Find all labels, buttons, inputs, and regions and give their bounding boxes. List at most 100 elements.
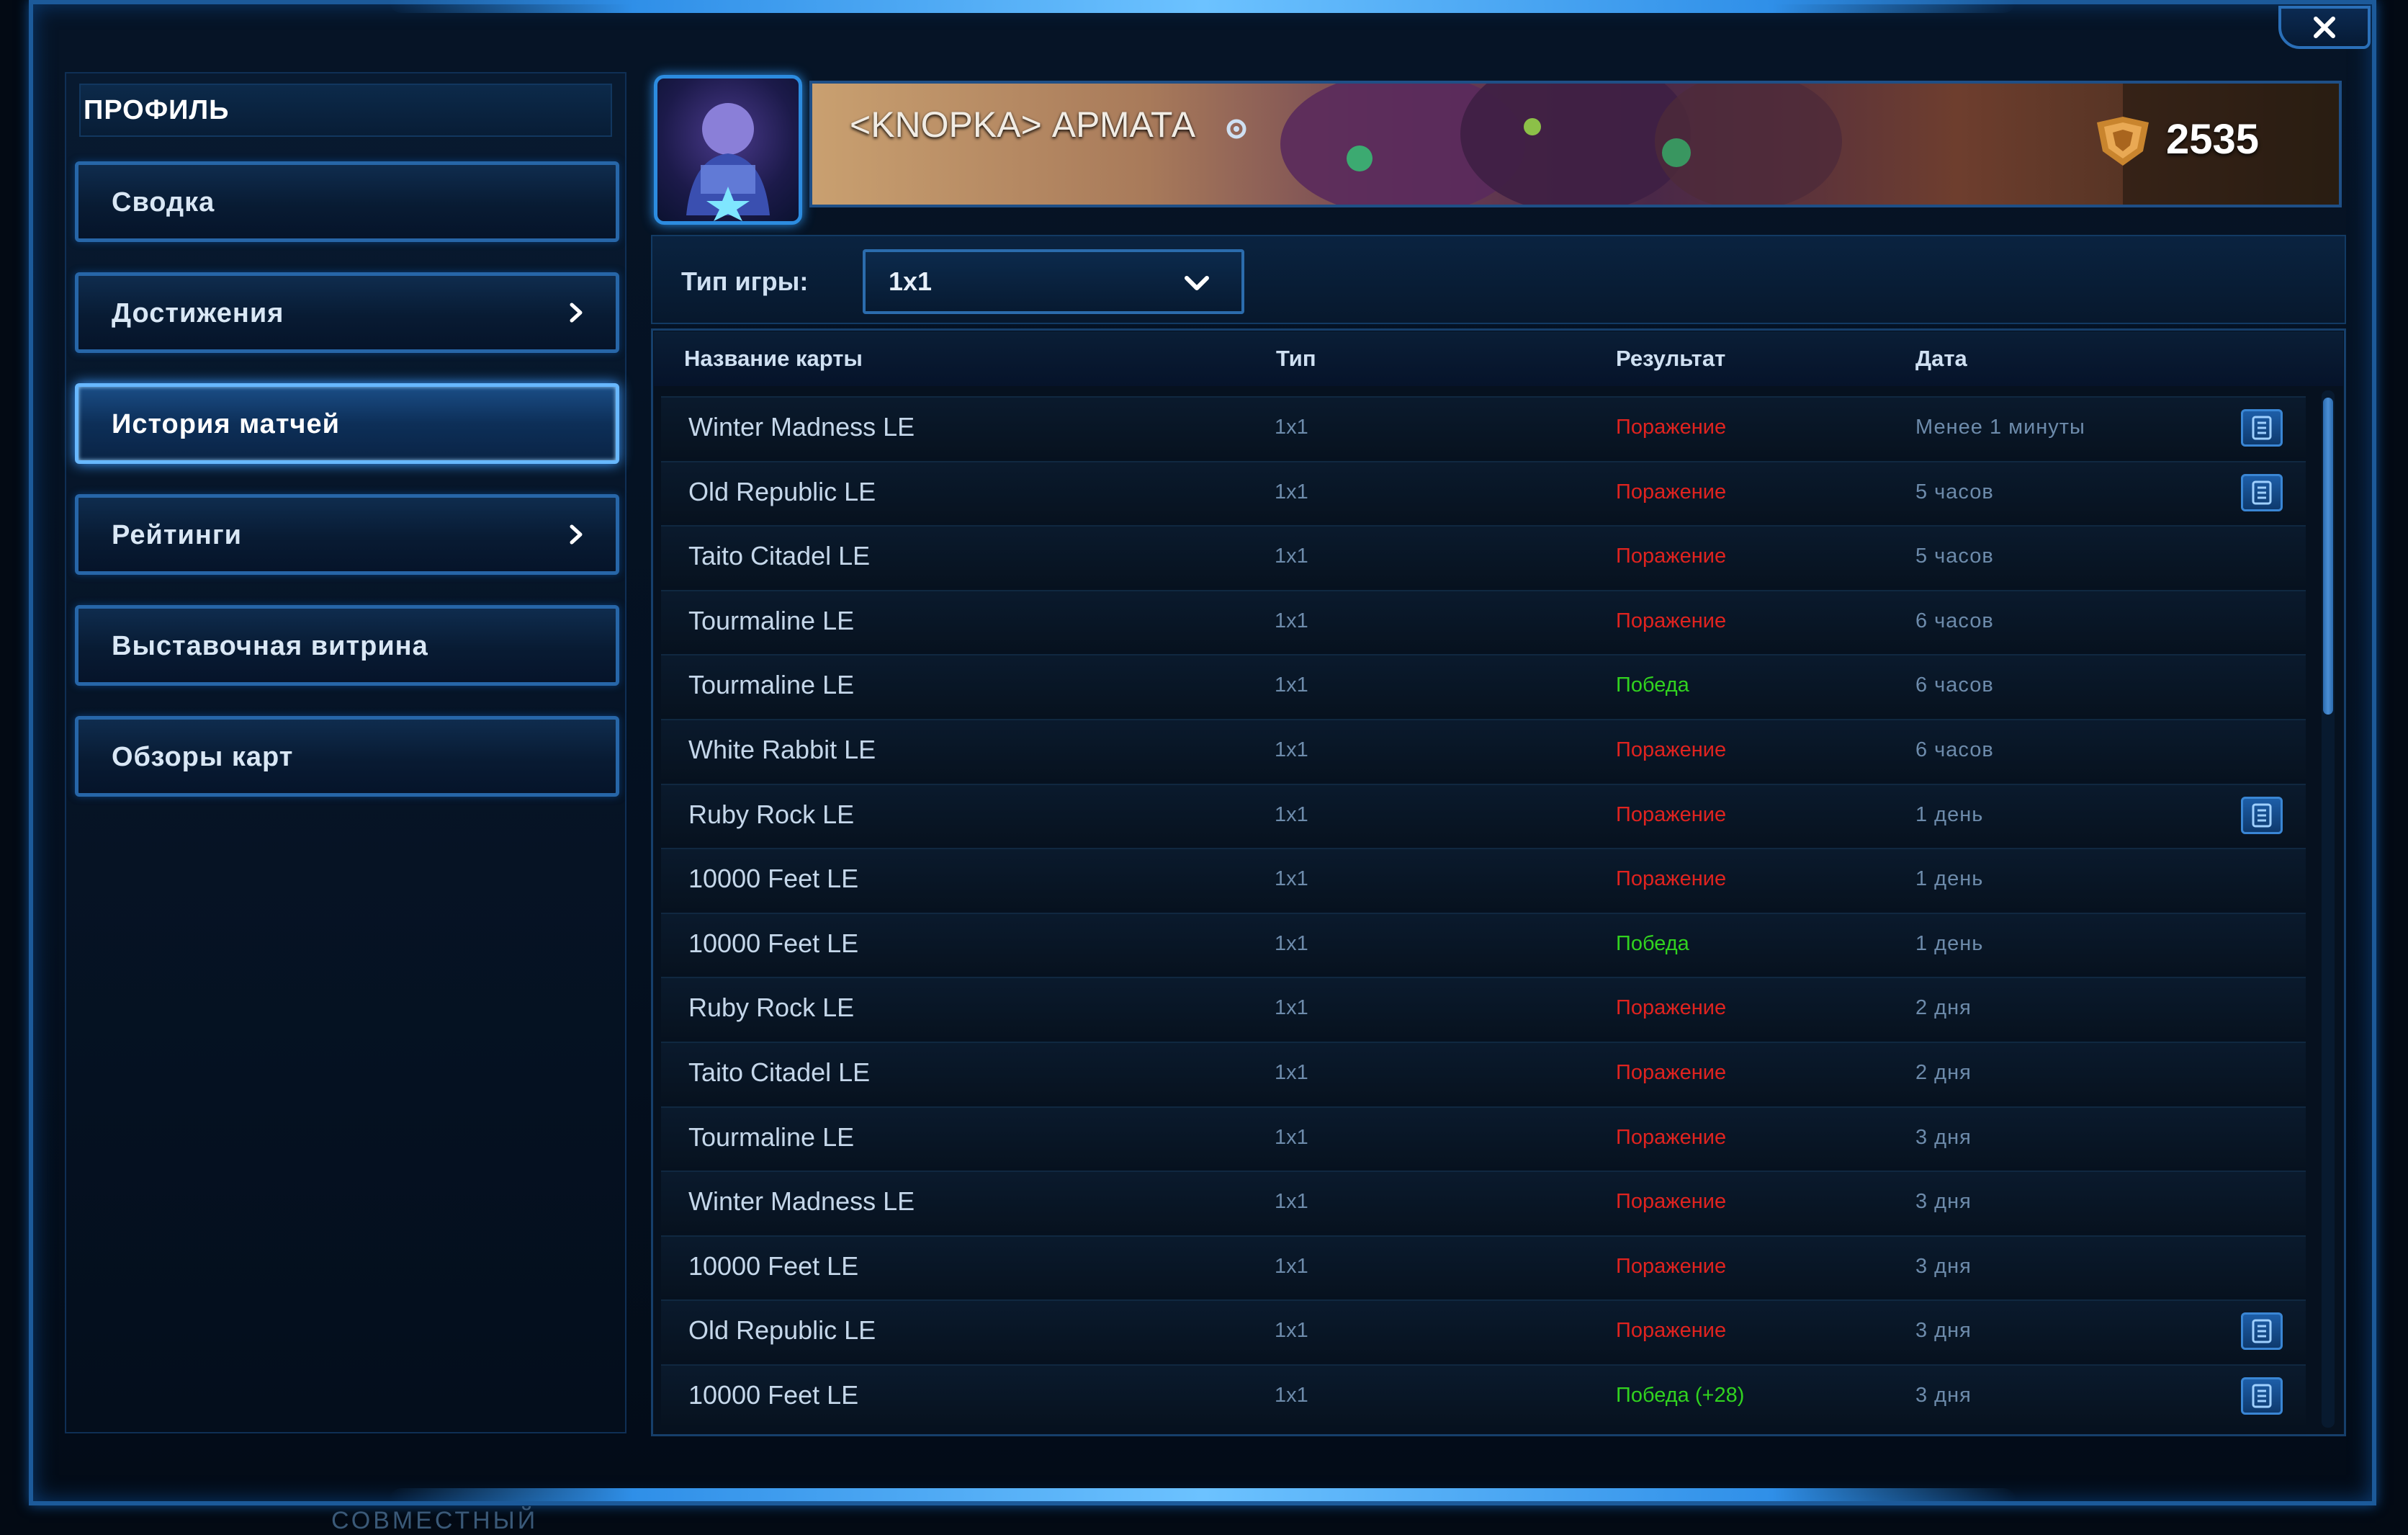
table-row[interactable]: Tourmaline LE 1x1 Победа 6 часов	[661, 654, 2306, 715]
chevron-down-icon	[1185, 276, 1209, 290]
match-type: 1x1	[1275, 1254, 1308, 1278]
match-date: 6 часов	[1915, 673, 1994, 697]
table-row[interactable]: Old Republic LE 1x1 Поражение 3 дня	[661, 1299, 2306, 1361]
match-date: 3 дня	[1915, 1190, 1972, 1214]
player-avatar[interactable]	[654, 75, 802, 225]
map-name: Winter Madness LE	[688, 412, 915, 442]
column-header-type[interactable]: Тип	[1276, 346, 1316, 372]
table-row[interactable]: Taito Citadel LE 1x1 Поражение 5 часов	[661, 525, 2306, 586]
match-date: 1 день	[1915, 802, 1984, 826]
map-name: 10000 Feet LE	[688, 864, 859, 894]
match-type: 1x1	[1275, 609, 1308, 632]
match-date: 6 часов	[1915, 609, 1994, 632]
sidebar-item-label: Выставочная витрина	[112, 631, 428, 661]
table-row[interactable]: Old Republic LE 1x1 Поражение 5 часов	[661, 460, 2306, 522]
map-name: 10000 Feet LE	[688, 1380, 859, 1410]
table-header	[654, 331, 2343, 386]
avatar-portrait-icon	[686, 103, 770, 221]
chevron-right-icon	[570, 303, 583, 323]
match-result: Поражение	[1616, 867, 1727, 891]
replay-icon	[2252, 803, 2272, 828]
match-result: Поражение	[1616, 416, 1727, 439]
table-row[interactable]: Ruby Rock LE 1x1 Поражение 2 дня	[661, 977, 2306, 1038]
table-row[interactable]: Tourmaline LE 1x1 Поражение 6 часов	[661, 589, 2306, 650]
match-date: 6 часов	[1915, 738, 1994, 761]
match-type: 1x1	[1275, 931, 1308, 955]
window-top-glow	[389, 0, 2016, 13]
sidebar-item-0[interactable]: Сводка	[75, 161, 619, 242]
match-result: Поражение	[1616, 1061, 1727, 1084]
match-result: Поражение	[1616, 480, 1727, 504]
replay-button[interactable]	[2241, 409, 2283, 447]
scrollbar-thumb[interactable]	[2323, 398, 2333, 715]
sidebar-item-3[interactable]: Рейтинги	[75, 494, 619, 575]
match-type: 1x1	[1275, 545, 1308, 568]
match-date: 2 дня	[1915, 1061, 1972, 1084]
match-result: Поражение	[1616, 802, 1727, 826]
match-type: 1x1	[1275, 1061, 1308, 1084]
map-name: Tourmaline LE	[688, 605, 855, 635]
replay-button[interactable]	[2241, 1312, 2283, 1351]
match-date: Менее 1 минуты	[1915, 416, 2085, 439]
game-type-dropdown[interactable]: 1x1	[863, 249, 1244, 314]
match-result: Поражение	[1616, 609, 1727, 632]
replay-icon	[2252, 1319, 2272, 1343]
replay-button[interactable]	[2241, 1377, 2283, 1415]
sidebar-item-1[interactable]: Достижения	[75, 272, 619, 353]
map-name: White Rabbit LE	[688, 735, 876, 764]
table-row[interactable]: Ruby Rock LE 1x1 Поражение 1 день	[661, 783, 2306, 844]
match-result: Поражение	[1616, 1254, 1727, 1278]
column-header-date[interactable]: Дата	[1915, 346, 1967, 372]
column-header-result[interactable]: Результат	[1616, 346, 1725, 372]
sidebar-item-label: Рейтинги	[112, 520, 243, 550]
close-button[interactable]	[2278, 6, 2371, 49]
match-result: Поражение	[1616, 545, 1727, 568]
table-row[interactable]: Winter Madness LE 1x1 Поражение Менее 1 мин…	[661, 396, 2306, 457]
sidebar-item-4[interactable]: Выставочная витрина	[75, 605, 619, 686]
league-badge-icon	[2097, 117, 2149, 166]
table-row[interactable]: 10000 Feet LE 1x1 Поражение 3 дня	[661, 1235, 2306, 1296]
sidebar-item-label: Обзоры карт	[112, 742, 294, 772]
match-result: Поражение	[1616, 1190, 1727, 1214]
sidebar-item-5[interactable]: Обзоры карт	[75, 716, 619, 797]
map-name: Tourmaline LE	[688, 1122, 855, 1152]
match-result: Поражение	[1616, 1125, 1727, 1149]
chevron-right-icon	[570, 524, 583, 545]
match-type: 1x1	[1275, 1384, 1308, 1407]
sidebar-item-2[interactable]: История матчей	[75, 383, 619, 464]
match-result: Победа (+28)	[1616, 1384, 1745, 1407]
replay-button[interactable]	[2241, 796, 2283, 834]
match-type: 1x1	[1275, 738, 1308, 761]
table-row[interactable]: 10000 Feet LE 1x1 Победа (+28) 3 дня	[661, 1364, 2306, 1425]
table-row[interactable]: Tourmaline LE 1x1 Поражение 3 дня	[661, 1106, 2306, 1167]
settings-gear-icon[interactable]	[1224, 117, 1249, 141]
match-type: 1x1	[1275, 1125, 1308, 1149]
match-result: Победа	[1616, 931, 1689, 955]
replay-button[interactable]	[2241, 473, 2283, 511]
sidebar-title: ПРОФИЛЬ	[79, 84, 612, 137]
match-date: 1 день	[1915, 931, 1984, 955]
map-name: Ruby Rock LE	[688, 993, 855, 1023]
table-row[interactable]: Winter Madness LE 1x1 Поражение 3 дня	[661, 1171, 2306, 1232]
window-bottom-glow	[389, 1488, 2016, 1501]
table-row[interactable]: White Rabbit LE 1x1 Поражение 6 часов	[661, 719, 2306, 779]
match-date: 3 дня	[1915, 1125, 1972, 1149]
table-row[interactable]: Taito Citadel LE 1x1 Поражение 2 дня	[661, 1042, 2306, 1102]
map-name: 10000 Feet LE	[688, 1250, 859, 1281]
mmr-value: 2535	[2166, 116, 2260, 163]
close-icon	[2314, 17, 2335, 38]
match-type: 1x1	[1275, 867, 1308, 891]
sidebar-item-label: История матчей	[112, 409, 340, 439]
map-name: Ruby Rock LE	[688, 799, 855, 829]
match-date: 3 дня	[1915, 1254, 1972, 1278]
map-name: Tourmaline LE	[688, 670, 855, 700]
table-row[interactable]: 10000 Feet LE 1x1 Победа 1 день	[661, 912, 2306, 973]
match-date: 1 день	[1915, 867, 1984, 891]
match-type: 1x1	[1275, 1190, 1308, 1214]
column-header-map[interactable]: Название карты	[684, 346, 863, 372]
match-result: Поражение	[1616, 1319, 1727, 1343]
game-type-value: 1x1	[889, 267, 933, 296]
game-type-label: Тип игры:	[681, 267, 809, 296]
table-row[interactable]: 10000 Feet LE 1x1 Поражение 1 день	[661, 848, 2306, 909]
match-type: 1x1	[1275, 802, 1308, 826]
